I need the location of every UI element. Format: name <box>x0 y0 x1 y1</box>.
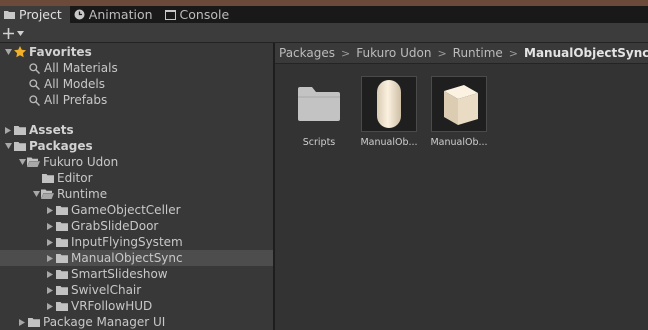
folder-icon <box>55 266 68 282</box>
tree-item-editor[interactable]: Editor <box>0 170 273 186</box>
breadcrumb-separator-icon: > <box>341 46 351 60</box>
collapsed-arrow-icon[interactable] <box>45 266 55 282</box>
breadcrumb-item[interactable]: Packages <box>279 46 335 60</box>
folder-open-icon <box>27 154 40 170</box>
folder-icon <box>55 218 68 234</box>
tree-item-label: SwivelChair <box>71 283 142 297</box>
folder-icon <box>27 314 40 330</box>
tree-item-favorites[interactable]: Favorites <box>0 44 273 60</box>
tree-item-label: Editor <box>57 171 93 185</box>
tree-item-label: ManualObjectSync <box>71 251 183 265</box>
folder-icon <box>13 122 26 138</box>
tree-item-grabslidedoor[interactable]: GrabSlideDoor <box>0 218 273 234</box>
breadcrumb-item-current[interactable]: ManualObjectSync <box>524 46 648 60</box>
folder-icon <box>55 234 68 250</box>
asset-item-manualobjectsync-capsule[interactable]: ManualOb... <box>357 76 421 148</box>
collapsed-arrow-icon[interactable] <box>45 234 55 250</box>
tree-item-label: InputFlyingSystem <box>71 235 183 249</box>
asset-label: ManualOb... <box>360 137 418 148</box>
project-tree-panel: Favorites All Materials All Models All P… <box>0 43 273 330</box>
chevron-down-icon <box>17 30 24 36</box>
asset-browser-panel: Packages > Fukuro Udon > Runtime > Manua… <box>275 43 648 330</box>
tree-item-label: VRFollowHUD <box>71 299 153 313</box>
tree-item-vrfollowhud[interactable]: VRFollowHUD <box>0 298 273 314</box>
asset-label: Scripts <box>302 137 336 148</box>
plus-icon <box>3 27 14 39</box>
tree-item-label: All Materials <box>44 61 118 75</box>
collapsed-arrow-icon[interactable] <box>45 218 55 234</box>
tree-item-assets[interactable]: Assets <box>0 122 273 138</box>
collapsed-arrow-icon[interactable] <box>45 250 55 266</box>
animation-clock-icon <box>74 9 85 20</box>
folder-icon <box>4 9 15 20</box>
expand-arrow-icon[interactable] <box>3 44 13 60</box>
breadcrumb: Packages > Fukuro Udon > Runtime > Manua… <box>275 43 648 64</box>
tab-animation[interactable]: Animation <box>70 6 161 23</box>
star-icon <box>13 44 26 60</box>
tree-item-label: Assets <box>29 123 74 137</box>
tree-item-smartslideshow[interactable]: SmartSlideshow <box>0 266 273 282</box>
tab-project[interactable]: Project <box>0 6 70 23</box>
folder-icon <box>55 282 68 298</box>
tree-item-label: Package Manager UI <box>43 315 166 329</box>
tree-item-runtime[interactable]: Runtime <box>0 186 273 202</box>
breadcrumb-item[interactable]: Runtime <box>453 46 503 60</box>
folder-open-icon <box>41 186 54 202</box>
search-icon <box>28 76 41 92</box>
search-icon <box>28 60 41 76</box>
tree-item-package-manager-ui[interactable]: Package Manager UI <box>0 314 273 330</box>
cube-prefab-icon <box>431 76 487 132</box>
project-toolbar <box>0 23 648 43</box>
search-icon <box>28 92 41 108</box>
folder-icon <box>55 298 68 314</box>
tree-item-label: All Prefabs <box>44 93 108 107</box>
tab-animation-label: Animation <box>88 7 153 22</box>
tree-item-label: SmartSlideshow <box>71 267 168 281</box>
tree-item-packages[interactable]: Packages <box>0 138 273 154</box>
folder-icon <box>55 250 68 266</box>
tab-console-label: Console <box>179 7 230 22</box>
breadcrumb-item[interactable]: Fukuro Udon <box>356 46 431 60</box>
asset-label: ManualOb... <box>430 137 488 148</box>
tree-item-label: GameObjectCeller <box>71 203 181 217</box>
tab-project-label: Project <box>19 7 62 22</box>
folder-icon <box>291 76 347 132</box>
folder-icon <box>55 202 68 218</box>
tree-item-inputflyingsystem[interactable]: InputFlyingSystem <box>0 234 273 250</box>
tree-item-all-materials[interactable]: All Materials <box>0 60 273 76</box>
collapsed-arrow-icon[interactable] <box>45 298 55 314</box>
collapsed-arrow-icon[interactable] <box>45 202 55 218</box>
tree-item-gameobjectceller[interactable]: GameObjectCeller <box>0 202 273 218</box>
create-button[interactable] <box>3 25 29 41</box>
asset-item-scripts[interactable]: Scripts <box>287 76 351 148</box>
tree-item-label: All Models <box>44 77 105 91</box>
tree-item-all-models[interactable]: All Models <box>0 76 273 92</box>
breadcrumb-separator-icon: > <box>437 46 447 60</box>
panel-tab-bar: Project Animation Console <box>0 6 648 23</box>
collapsed-arrow-icon[interactable] <box>3 122 13 138</box>
asset-item-manualobjectsync-cube[interactable]: ManualOb... <box>427 76 491 148</box>
folder-icon <box>41 170 54 186</box>
tree-item-label: Packages <box>29 139 93 153</box>
tab-console[interactable]: Console <box>161 6 238 23</box>
tree-item-manualobjectsync[interactable]: ManualObjectSync <box>0 250 273 266</box>
collapsed-arrow-icon[interactable] <box>45 282 55 298</box>
console-icon <box>164 9 176 20</box>
expand-arrow-icon[interactable] <box>3 138 13 154</box>
tree-item-all-prefabs[interactable]: All Prefabs <box>0 92 273 108</box>
breadcrumb-separator-icon: > <box>508 46 518 60</box>
expand-arrow-icon[interactable] <box>31 186 41 202</box>
tree-item-fukuro-udon[interactable]: Fukuro Udon <box>0 154 273 170</box>
tree-item-swivelchair[interactable]: SwivelChair <box>0 282 273 298</box>
tree-item-label: Runtime <box>57 187 108 201</box>
expand-arrow-icon[interactable] <box>17 154 27 170</box>
collapsed-arrow-icon[interactable] <box>17 314 27 330</box>
tree-item-label: Favorites <box>29 45 92 59</box>
capsule-prefab-icon <box>361 76 417 132</box>
folder-icon <box>13 138 26 154</box>
tree-item-label: Fukuro Udon <box>43 155 119 169</box>
tree-item-label: GrabSlideDoor <box>71 219 159 233</box>
